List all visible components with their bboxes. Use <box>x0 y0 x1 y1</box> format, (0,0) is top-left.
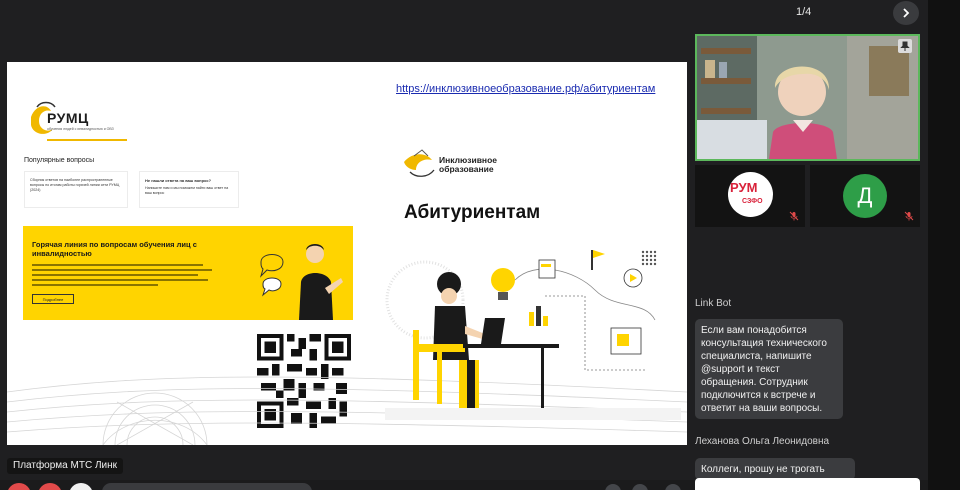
hotline-more-button: Подробнее <box>32 294 74 304</box>
contact-card-text: Напишите нам и мы поможем найти ваш отве… <box>145 186 229 195</box>
chat-sender-name: Link Bot <box>695 298 732 309</box>
hotline-banner: Горячая линия по вопросам обучения лиц с… <box>23 226 353 320</box>
contact-card: Не нашли ответа на ваш вопрос? Напишите … <box>139 171 239 208</box>
person-illustration-icon <box>259 244 343 320</box>
hotline-title: Горячая линия по вопросам обучения лиц с… <box>32 240 197 258</box>
chat-input[interactable] <box>695 478 920 490</box>
presentation-slide: https://инклюзивноеобразование.рф/абитур… <box>7 62 687 445</box>
pin-icon[interactable] <box>898 39 912 53</box>
rumc-logo-subtitle: обучения людей с инвалидностью и ОВЗ <box>47 127 114 131</box>
avatar: РУМ СЗФО <box>728 172 773 217</box>
chat-message: Если вам понадобится консультация технич… <box>695 319 843 419</box>
conference-app: 1/4 https://инклюзивноеобразование.рф/аб… <box>0 0 960 490</box>
student-at-laptop-illustration-icon <box>385 250 681 420</box>
chat-message: Коллеги, прошу не трогать <box>695 458 855 480</box>
speaker-video-tile[interactable] <box>695 34 920 161</box>
speaker-video-frame-icon <box>697 36 918 159</box>
participant-tile-rumc[interactable]: РУМ СЗФО <box>695 165 805 227</box>
avatar-label: РУМ <box>730 180 758 195</box>
slide-link[interactable]: https://инклюзивноеобразование.рф/абитур… <box>396 83 655 95</box>
rumc-logo-text: РУМЦ <box>47 110 89 126</box>
popular-questions-title: Популярные вопросы <box>24 157 95 164</box>
faq-card: Сборник ответов на наиболее распростране… <box>24 171 128 208</box>
participant-tile-d[interactable]: Д <box>810 165 920 227</box>
inclusive-education-logo-text: Инклюзивное образование <box>439 156 497 174</box>
hotline-text-lines <box>32 264 212 289</box>
mic-off-icon <box>789 211 799 221</box>
avatar: Д <box>843 174 887 218</box>
slide-heading: Абитуриентам <box>404 202 541 223</box>
avatar-sublabel: СЗФО <box>742 198 763 205</box>
next-slide-button[interactable] <box>893 1 919 25</box>
chevron-right-icon <box>903 8 910 18</box>
platform-label: Платформа МТС Линк <box>7 458 123 474</box>
faq-card-text: Сборник ответов на наиболее распростране… <box>30 178 120 192</box>
page-counter: 1/4 <box>796 6 812 18</box>
chat-sender-name: Леханова Ольга Леонидовна <box>695 436 830 447</box>
toolbar-field[interactable] <box>102 483 312 490</box>
window-edge <box>928 0 960 490</box>
logo-line2: образование <box>439 164 494 174</box>
mic-off-icon <box>904 211 914 221</box>
contact-card-title: Не нашли ответа на ваш вопрос? <box>145 178 212 183</box>
